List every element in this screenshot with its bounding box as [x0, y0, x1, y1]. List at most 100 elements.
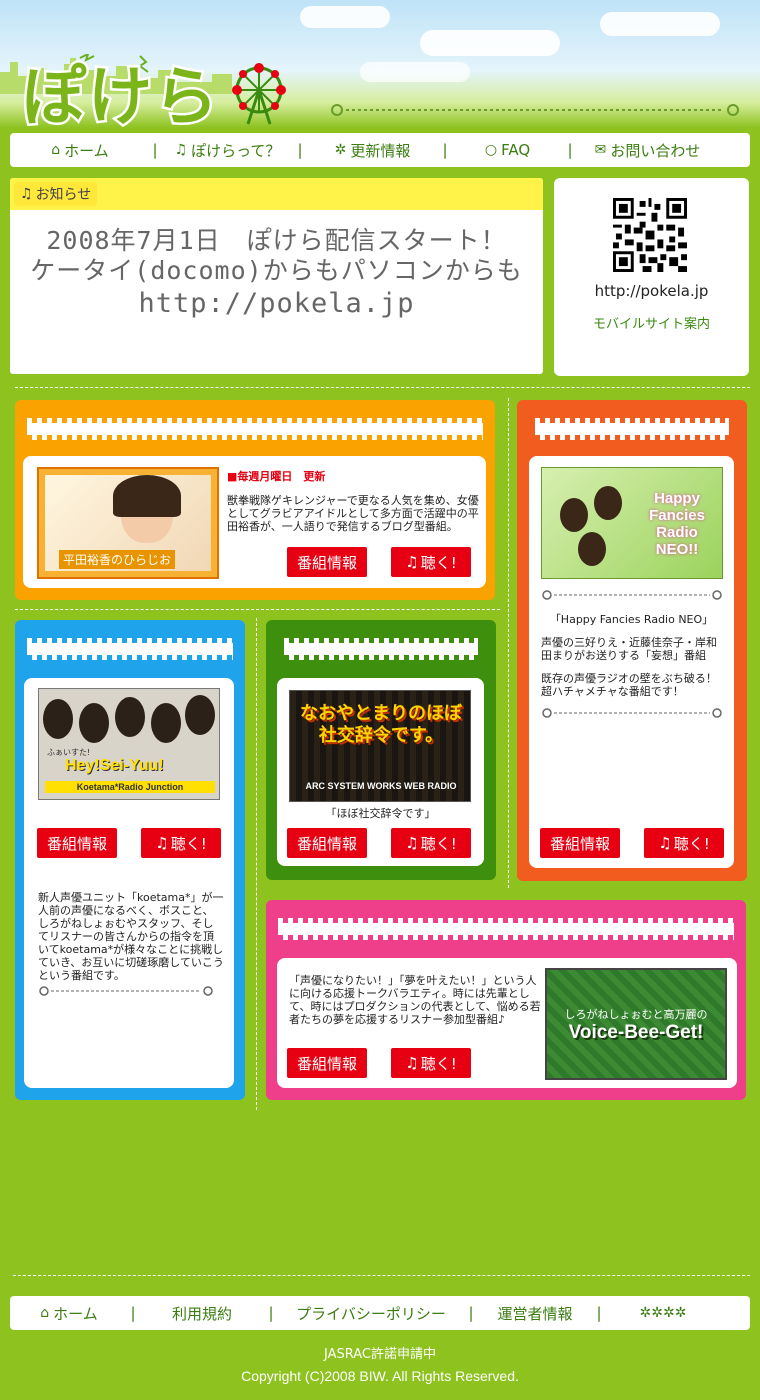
- listen-button[interactable]: ♫ 聴く!: [391, 828, 471, 858]
- site-logo[interactable]: ぽけら ぽけら: [12, 46, 286, 128]
- photo-title: Voice-Bee-Get!: [568, 1022, 704, 1043]
- checker-notch: [578, 935, 583, 940]
- listen-button[interactable]: ♫ 聴く!: [141, 828, 221, 858]
- checker-notch: [212, 418, 217, 423]
- program-photo[interactable]: ふぁいすた! Hey!Sei-Yuu! Koetama*Radio Juncti…: [38, 688, 220, 800]
- checker-notch: [137, 655, 142, 660]
- checker-notch: [538, 935, 543, 940]
- checker-notch: [705, 435, 710, 440]
- checker-notch: [448, 935, 453, 940]
- nav-contact[interactable]: ✉ お問い合わせ: [575, 140, 720, 161]
- checker-notch: [710, 418, 715, 423]
- mobile-guide-link[interactable]: モバイルサイト案内: [554, 313, 749, 332]
- checker-notch: [332, 418, 337, 423]
- checker-notch: [177, 655, 182, 660]
- cloud: [600, 12, 720, 36]
- program-info-button[interactable]: 番組情報: [287, 547, 367, 577]
- checker-notch: [643, 918, 648, 923]
- checker-notch: [102, 638, 107, 643]
- music-note-icon: ♫: [658, 834, 672, 852]
- checker-notch: [122, 418, 127, 423]
- checker-notch: [558, 935, 563, 940]
- listen-button[interactable]: ♫ 聴く!: [644, 828, 724, 858]
- program-info-button[interactable]: 番組情報: [37, 828, 117, 858]
- checker-notch: [402, 418, 407, 423]
- checker-notch: [373, 918, 378, 923]
- checker-notch: [357, 435, 362, 440]
- checker-notch: [363, 918, 368, 923]
- nav-about[interactable]: ♫ ぽけらって？: [160, 140, 295, 161]
- checker-notch: [658, 935, 663, 940]
- checker-notch: [307, 435, 312, 440]
- checker-notch: [695, 435, 700, 440]
- notice-url[interactable]: http://pokela.jp: [10, 286, 543, 322]
- program-photo[interactable]: 平田裕香のひらじお: [37, 467, 219, 579]
- checker-notch: [162, 418, 167, 423]
- sparkle-decoration: ✲✲✲✲: [604, 1305, 722, 1321]
- music-note-icon: ♫: [174, 142, 188, 158]
- checker-notch: [302, 418, 307, 423]
- divider: [256, 618, 257, 1110]
- footer-privacy[interactable]: プライバシーポリシー: [276, 1303, 466, 1324]
- program-photo[interactable]: なおやとまりのほぼ社交辞令です。 ARC SYSTEM WORKS WEB RA…: [289, 690, 471, 802]
- program-description: 新人声優ユニット「koetama*」が一人前の声優になるべく、ボスこと、しろがね…: [38, 891, 224, 982]
- home-icon: ⌂: [51, 142, 61, 158]
- checker-notch: [650, 418, 655, 423]
- checker-notch: [328, 935, 333, 940]
- music-note-icon: ♫: [155, 834, 169, 852]
- footer-home[interactable]: ⌂ ホーム: [10, 1303, 128, 1324]
- checker-notch: [610, 418, 615, 423]
- program-voice: 「声優になりたい！」「夢を叶えたい！」という人に向ける応援トークバラエティ。時に…: [266, 900, 746, 1100]
- nav-faq[interactable]: ○ FAQ: [450, 141, 565, 159]
- program-info-button[interactable]: 番組情報: [287, 828, 367, 858]
- program-info-button[interactable]: 番組情報: [540, 828, 620, 858]
- checker-notch: [723, 918, 728, 923]
- checker-notch: [77, 435, 82, 440]
- checker-notch: [282, 418, 287, 423]
- checker-notch: [479, 638, 484, 643]
- mobile-url[interactable]: http://pokela.jp: [554, 282, 749, 300]
- nav-separator: |: [567, 141, 573, 159]
- checker-notch: [297, 435, 302, 440]
- checker-notch: [580, 418, 585, 423]
- main-nav: ⌂ ホーム | ♫ ぽけらって？ | ✲ 更新情報 | ○ FAQ | ✉ お問い合わせ: [10, 133, 750, 167]
- button-label: 聴く!: [170, 834, 207, 853]
- checker-notch: [87, 655, 92, 660]
- checker-notch: [252, 418, 257, 423]
- notice-title: お知らせ: [35, 187, 92, 203]
- checker-notch: [222, 418, 227, 423]
- checker-notch: [288, 935, 293, 940]
- checker-notch: [47, 655, 52, 660]
- nav-home[interactable]: ⌂ ホーム: [10, 140, 150, 161]
- listen-button[interactable]: ♫ 聴く!: [391, 1048, 471, 1078]
- footer-terms[interactable]: 利用規約: [138, 1303, 266, 1324]
- listen-button[interactable]: ♫ 聴く!: [391, 547, 471, 577]
- cloud: [360, 62, 470, 82]
- checker-notch: [590, 418, 595, 423]
- checker-notch: [728, 935, 733, 940]
- checker-notch: [298, 935, 303, 940]
- divider: [508, 398, 509, 888]
- checker-notch: [397, 435, 402, 440]
- checker-notch: [349, 638, 354, 643]
- checker-notch: [673, 918, 678, 923]
- qr-code-icon[interactable]: [613, 198, 687, 272]
- checker-notch: [227, 655, 232, 660]
- program-info-button[interactable]: 番組情報: [287, 1048, 367, 1078]
- checker-notch: [242, 418, 247, 423]
- checker-notch: [392, 418, 397, 423]
- checker-band: [535, 418, 735, 440]
- checker-notch: [37, 435, 42, 440]
- checker-notch: [364, 655, 369, 660]
- nav-updates[interactable]: ✲ 更新情報: [305, 140, 440, 161]
- program-photo[interactable]: Happy Fancies Radio NEO!!: [541, 467, 723, 579]
- program-body: ふぁいすた! Hey!Sei-Yuu! Koetama*Radio Juncti…: [24, 678, 234, 1088]
- checker-notch: [322, 418, 327, 423]
- checker-notch: [648, 935, 653, 940]
- checker-notch: [57, 655, 62, 660]
- button-label: 聴く!: [673, 834, 710, 853]
- checker-notch: [112, 418, 117, 423]
- footer-operator[interactable]: 運営者情報: [476, 1303, 594, 1324]
- checker-notch: [429, 638, 434, 643]
- program-photo[interactable]: しろがねしょぉむと高万麗の Voice-Bee-Get!: [545, 968, 727, 1080]
